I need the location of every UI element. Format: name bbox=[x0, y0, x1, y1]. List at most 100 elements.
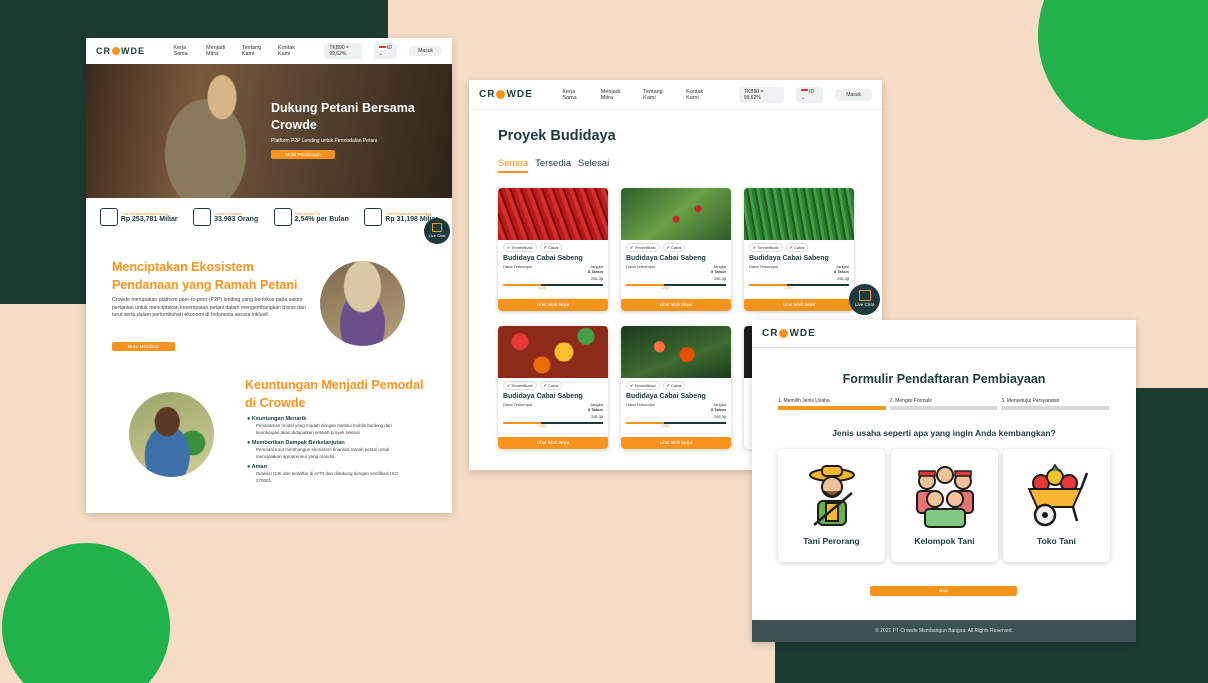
funding-progress-bar bbox=[503, 422, 603, 424]
man-farmer-photo bbox=[129, 392, 214, 477]
language-select[interactable]: ID ⌄ bbox=[795, 86, 824, 103]
benefit-item-body: Pemodal turut membangun ekosistem finans… bbox=[256, 447, 390, 459]
projects-tabs: Semua Tersedia Selesai bbox=[498, 158, 609, 173]
nav-link-menjadi-mitra[interactable]: Menjadi Mitra bbox=[206, 45, 230, 57]
chili-plant-photo bbox=[621, 188, 731, 240]
verified-tag: ✔ Terverifikasi bbox=[503, 381, 537, 390]
project-title: Budidaya Cabai Sabeng bbox=[749, 255, 829, 262]
project-card[interactable]: ✔ Terverifikasi ✐ Cabai Budidaya Cabai Sa… bbox=[621, 326, 731, 449]
stat-value: 33.983 Orang bbox=[214, 215, 259, 223]
next-button[interactable]: Maju bbox=[870, 586, 1017, 596]
nav-link-menjadi-mitra[interactable]: Menjadi Mitra bbox=[601, 89, 631, 101]
green-chili-photo bbox=[744, 188, 854, 240]
tkb-badge[interactable]: TKB90 = 99,62% bbox=[324, 43, 362, 59]
project-title: Budidaya Cabai Sabeng bbox=[503, 393, 583, 400]
view-more-button[interactable]: Lihat lebih lanjut bbox=[621, 437, 731, 449]
collected-label: Dana Terkumpul bbox=[626, 402, 656, 407]
amount-value: 255,3jt bbox=[713, 276, 726, 281]
money-document-icon bbox=[364, 208, 383, 226]
project-title: Budidaya Cabai Sabeng bbox=[626, 255, 706, 262]
hero-banner: Dukung Petani Bersama Crowde Platform P2… bbox=[86, 64, 452, 198]
nav-link-tentang-kami[interactable]: Tentang Kami bbox=[643, 89, 674, 101]
benefit-item-body: Penanaman modal yang mudah dengan melalu… bbox=[256, 423, 392, 435]
view-more-button[interactable]: Lihat lebih lanjut bbox=[498, 437, 608, 449]
tab-tersedia[interactable]: Tersedia bbox=[535, 158, 571, 173]
project-card[interactable]: ✔ Terverifikasi ✐ Cabai Budidaya Cabai Sa… bbox=[498, 326, 608, 449]
projects-navbar: CR WDE Kerja Sama Menjadi Mitra Tentang K… bbox=[469, 80, 882, 110]
landing-navbar: CR WDE Kerja Sama Menjadi Mitra Tentang K… bbox=[86, 38, 452, 64]
woman-farmer-photo bbox=[320, 261, 405, 346]
funding-progress-fill bbox=[503, 284, 541, 286]
sun-logo-icon bbox=[112, 47, 120, 55]
crowde-logo[interactable]: CR WDE bbox=[479, 89, 533, 100]
funding-progress-bar bbox=[626, 422, 726, 424]
live-chat-button[interactable]: Live Chat bbox=[424, 218, 450, 244]
people-icon bbox=[193, 208, 212, 226]
view-more-button[interactable]: Lihat lebih lanjut bbox=[621, 299, 731, 311]
verified-tag: ✔ Terverifikasi bbox=[626, 243, 660, 252]
step-label: 1. Memilih Jenis Usaha bbox=[778, 398, 830, 404]
project-card[interactable]: ✔ Terverifikasi ✐ Cabai Budidaya Cabai Sa… bbox=[498, 188, 608, 311]
indonesia-flag-icon bbox=[800, 89, 808, 94]
collected-label: Dana Terkumpul bbox=[503, 402, 533, 407]
ecosystem-cta-button[interactable]: Mulai Mendanai bbox=[112, 342, 175, 351]
option-label: Toko Tani bbox=[1037, 536, 1076, 546]
nav-link-kontak-kami[interactable]: Kontak Kami bbox=[278, 45, 300, 57]
progress-label: 125jt bbox=[784, 286, 792, 290]
bg-green-circle-bottom bbox=[2, 543, 170, 683]
project-card[interactable]: ✔ Terverifikasi ✐ Cabai Budidaya Cabai Sa… bbox=[744, 188, 854, 311]
login-button[interactable]: Masuk bbox=[409, 46, 442, 56]
percent-hand-icon bbox=[273, 208, 292, 226]
option-kelompok-tani[interactable]: Kelompok Tani bbox=[891, 449, 998, 562]
funding-progress-fill bbox=[503, 422, 541, 424]
form-title: Formulir Pendaftaran Pembiayaan bbox=[842, 372, 1046, 386]
amount-value: 255,3jt bbox=[713, 414, 726, 419]
nav-link-kontak-kami[interactable]: Kontak Kami bbox=[686, 89, 715, 101]
language-select[interactable]: ID ⌄ bbox=[373, 43, 398, 59]
tkb-badge[interactable]: TKB90 = 99,62% bbox=[738, 86, 784, 103]
farmer-icon bbox=[808, 465, 855, 526]
hero-title: Dukung Petani Bersama Crowde bbox=[271, 101, 415, 132]
crowde-logo[interactable]: CR WDE bbox=[96, 46, 145, 56]
tab-semua[interactable]: Semua bbox=[498, 158, 529, 173]
verified-tag: ✔ Terverifikasi bbox=[503, 243, 537, 252]
ecosystem-title: Menciptakan Ekosistem Pendanaan yang Ram… bbox=[112, 260, 298, 292]
stat-value: Rp 253,781 Miliar bbox=[120, 215, 178, 223]
verified-tag: ✔ Terverifikasi bbox=[626, 381, 660, 390]
chat-bubble-icon bbox=[432, 223, 442, 232]
pepper-plant-photo bbox=[621, 326, 731, 378]
project-card[interactable]: ✔ Terverifikasi ✐ Cabai Budidaya Cabai Sa… bbox=[621, 188, 731, 311]
tab-selesai[interactable]: Selesai bbox=[578, 158, 609, 173]
view-more-button[interactable]: Lihat lebih lanjut bbox=[498, 299, 608, 311]
language-label: ID bbox=[809, 88, 815, 95]
live-chat-button[interactable]: Live Chat bbox=[849, 284, 880, 315]
option-label: Tani Perorang bbox=[803, 536, 860, 546]
funding-progress-bar bbox=[503, 284, 603, 286]
stat-label: Total Penyaluran Outstanding bbox=[385, 211, 432, 216]
live-chat-label: Live Chat bbox=[428, 233, 446, 238]
hero-cta-button[interactable]: Mulai Pendanaan bbox=[271, 150, 335, 159]
view-more-button[interactable]: Lihat lebih lanjut bbox=[744, 299, 854, 311]
option-tani-perorang[interactable]: Tani Perorang bbox=[778, 449, 885, 562]
funding-progress-bar bbox=[749, 284, 849, 286]
amount-value: 255,3jt bbox=[590, 276, 603, 281]
bg-green-circle-top bbox=[1038, 0, 1208, 140]
stat-total-penyaluran: Total Penyaluran Sejak Berdiri Rp 253,781… bbox=[99, 208, 178, 226]
crop-tag: ✐ Cabai bbox=[539, 243, 563, 252]
option-toko-tani[interactable]: Toko Tani bbox=[1003, 449, 1110, 562]
progress-label: 125jt bbox=[538, 424, 546, 428]
benefit-item: ● Keuntungan Menarik Penanaman modal yang… bbox=[247, 416, 407, 436]
collected-label: Dana Terkumpul bbox=[503, 264, 533, 269]
sun-logo-icon bbox=[496, 90, 506, 99]
collected-label: Dana Terkumpul bbox=[749, 264, 779, 269]
landing-page-screen: CR WDE Kerja Sama Menjadi Mitra Tentang K… bbox=[86, 38, 452, 513]
login-button[interactable]: Masuk bbox=[835, 88, 872, 101]
projects-title: Proyek Budidaya bbox=[498, 128, 616, 144]
nav-link-kerja-sama[interactable]: Kerja Sama bbox=[562, 89, 588, 101]
crop-tag: ✐ Cabai bbox=[662, 381, 686, 390]
crowde-logo[interactable]: CR WDE bbox=[762, 328, 1126, 339]
nav-link-kerja-sama[interactable]: Kerja Sama bbox=[173, 45, 194, 57]
crop-tag: ✐ Cabai bbox=[662, 243, 686, 252]
nav-link-tentang-kami[interactable]: Tentang Kami bbox=[242, 45, 266, 57]
benefit-list: ● Keuntungan Menarik Penanaman modal yang… bbox=[247, 416, 407, 484]
